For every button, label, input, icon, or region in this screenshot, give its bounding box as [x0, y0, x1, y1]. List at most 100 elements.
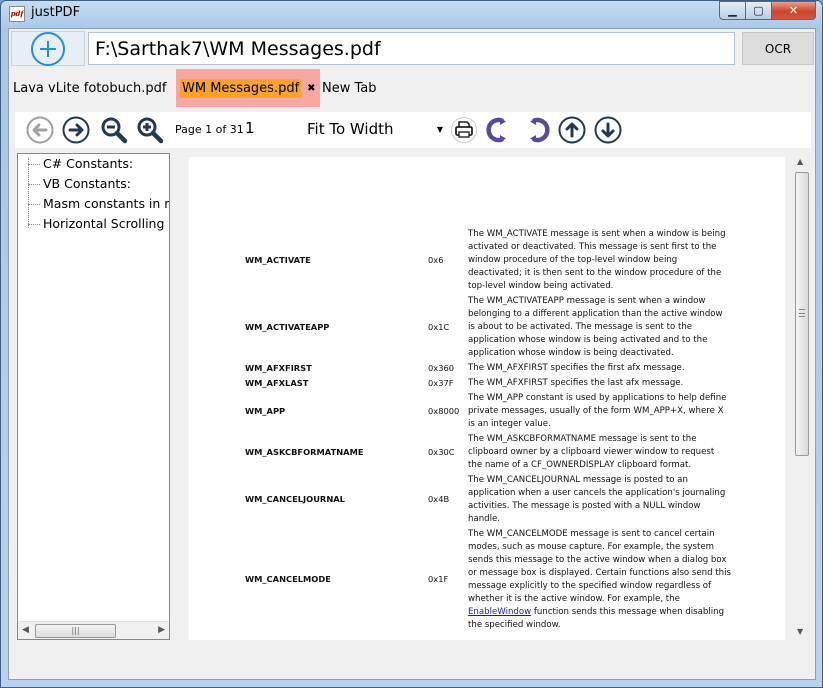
tab-lava-vlite[interactable]: Lava vLite fotobuch.pdf — [9, 69, 170, 107]
rotate-left-button[interactable] — [484, 115, 514, 145]
message-description: The WM_AFXFIRST specifies the last afx m… — [468, 377, 734, 390]
minimize-button[interactable]: ▁ — [719, 1, 746, 20]
tab-strip: Lava vLite fotobuch.pdf WM Messages.pdf … — [9, 69, 815, 107]
scroll-left-icon[interactable]: ◀ — [22, 625, 29, 635]
file-path-input[interactable]: F:\Sarthak7\WM Messages.pdf — [88, 32, 735, 65]
zoom-in-button[interactable] — [135, 115, 165, 145]
message-row: WM_ACTIVATE 0x6 The WM_ACTIVATE message is… — [189, 228, 785, 293]
rotate-right-button[interactable] — [522, 115, 552, 145]
previous-page-button[interactable] — [557, 115, 587, 145]
open-file-button[interactable] — [11, 31, 85, 66]
scroll-up-icon[interactable]: ▲ — [797, 157, 803, 166]
outline-list: C# Constants: VB Constants: Masm constan… — [18, 154, 169, 619]
description-line: sends this message to the active window … — [468, 555, 727, 565]
message-description: The WM_ASKCBFORMATNAME message is sent t… — [468, 433, 734, 472]
forward-button[interactable] — [61, 115, 91, 145]
rotate-left-icon — [486, 117, 506, 143]
page-number-input[interactable]: 1 — [245, 119, 255, 137]
zoom-out-button[interactable] — [99, 115, 129, 145]
description-line: application when a user cancels the appl… — [468, 488, 726, 498]
message-row: WM_CANCELMODE 0x1F The WM_CANCELMODE messa… — [189, 528, 785, 632]
arrow-up-icon — [558, 116, 586, 144]
document-view[interactable]: WM_ACTIVATE 0x6 The WM_ACTIVATE message is… — [175, 153, 815, 640]
tab-new[interactable]: New Tab — [318, 69, 381, 107]
scroll-thumb[interactable]: ||| — [35, 624, 116, 638]
client-area: F:\Sarthak7\WM Messages.pdf OCR Lava vLi… — [8, 28, 816, 680]
description-line: or message box is displayed. Certain fun… — [468, 568, 731, 578]
print-button[interactable] — [449, 115, 479, 145]
description-line: The WM_APP constant is used by applicati… — [468, 393, 727, 403]
description-line: The WM_ACTIVATE message is sent when a w… — [468, 229, 726, 239]
zoom-value: Fit To Width — [307, 120, 394, 138]
arrow-left-icon — [26, 116, 54, 144]
document-vertical-scrollbar[interactable]: ▲ ▼ — [793, 153, 811, 640]
close-button[interactable]: ✕ — [772, 1, 816, 20]
description-line: The WM_AFXFIRST specifies the last afx m… — [468, 378, 684, 388]
message-row: WM_ASKCBFORMATNAME 0x30C The WM_ASKCBFORMA… — [189, 433, 785, 472]
outline-horizontal-scrollbar[interactable]: ◀ ||| ▶ — [18, 621, 169, 639]
message-description: The WM_ACTIVATE message is sent when a w… — [468, 228, 734, 293]
pdf-page: WM_ACTIVATE 0x6 The WM_ACTIVATE message is… — [189, 157, 785, 640]
next-page-button[interactable] — [593, 115, 623, 145]
description-line: top-level window being activated. — [468, 281, 614, 291]
message-row: WM_AFXLAST 0x37F The WM_AFXFIRST specifies… — [189, 377, 785, 390]
message-row: WM_CANCELJOURNAL 0x4B The WM_CANCELJOURNAL… — [189, 474, 785, 526]
outline-tree[interactable]: C# Constants: VB Constants: Masm constan… — [17, 153, 170, 640]
message-name: WM_CANCELJOURNAL — [245, 494, 345, 504]
maximize-button[interactable]: ▢ — [746, 1, 772, 20]
pdf-icon: pdf — [9, 6, 25, 22]
arrow-right-icon — [62, 116, 90, 144]
scroll-right-icon[interactable]: ▶ — [158, 625, 165, 635]
zoom-dropdown[interactable]: Fit To Width ▼ — [303, 118, 443, 140]
outline-item[interactable]: Horizontal Scrolling S — [18, 214, 169, 234]
message-name: WM_ACTIVATEAPP — [245, 322, 330, 332]
description-line: The WM_ASKCBFORMATNAME message is sent t… — [468, 434, 697, 444]
message-value: 0x1F — [428, 574, 449, 584]
title-bar[interactable]: pdf justPDF ▁ ▢ ✕ — [1, 1, 822, 27]
close-icon: ✕ — [788, 4, 799, 17]
ocr-button[interactable]: OCR — [742, 32, 814, 65]
description-text: function sends this message when disabli… — [531, 607, 725, 617]
zoom-in-icon — [137, 117, 164, 144]
tab-close-icon[interactable]: ✖ — [307, 83, 315, 94]
tab-label: WM Messages.pdf — [180, 78, 302, 98]
description-line: window procedure of the top-level window… — [468, 255, 678, 265]
outline-item[interactable]: VB Constants: — [18, 174, 169, 194]
description-line: is about to be activated. The message is… — [468, 322, 693, 332]
description-line: application whose window is being activa… — [468, 335, 708, 345]
back-button[interactable] — [25, 115, 55, 145]
message-name: WM_ACTIVATE — [245, 255, 311, 265]
toolbar: Page 1 of 31 1 Fit To Width ▼ — [15, 112, 811, 148]
message-name: WM_AFXLAST — [245, 378, 309, 388]
outline-item[interactable]: Masm constants in nu — [18, 194, 169, 214]
outline-item[interactable]: C# Constants: — [18, 154, 169, 174]
message-name: WM_APP — [245, 406, 286, 416]
message-value: 0x6 — [428, 255, 444, 265]
description-line: belonging to a different application tha… — [468, 309, 723, 319]
message-value: 0x8000 — [428, 406, 460, 416]
scroll-down-icon[interactable]: ▼ — [797, 627, 803, 636]
zoom-out-icon — [101, 117, 128, 144]
message-value: 0x4B — [428, 494, 450, 504]
message-value: 0x37F — [428, 378, 454, 388]
description-line: The WM_CANCELJOURNAL message is posted t… — [468, 475, 688, 485]
description-line: the specified window. — [468, 620, 561, 630]
dropdown-arrow-icon: ▼ — [436, 125, 443, 134]
arrow-down-icon — [594, 116, 622, 144]
plus-circle-icon — [31, 31, 65, 66]
tab-wm-messages[interactable]: WM Messages.pdf ✖ — [176, 69, 320, 107]
scroll-thumb[interactable] — [795, 172, 809, 456]
message-row: WM_ACTIVATEAPP 0x1C The WM_ACTIVATEAPP mes… — [189, 295, 785, 360]
grip-icon — [799, 309, 805, 317]
printer-icon — [451, 117, 477, 143]
message-description: The WM_APP constant is used by applicati… — [468, 392, 734, 431]
minimize-icon: ▁ — [728, 4, 737, 17]
message-description: The WM_CANCELJOURNAL message is posted t… — [468, 474, 734, 526]
description-line: the name of a CF_OWNERDISPLAY clipboard … — [468, 460, 692, 470]
message-description: The WM_AFXFIRST specifies the first afx … — [468, 362, 734, 375]
message-value: 0x360 — [428, 363, 455, 373]
message-row: WM_AFXFIRST 0x360 The WM_AFXFIRST specifie… — [189, 362, 785, 375]
description-line: is an integer value. — [468, 419, 551, 429]
message-value: 0x30C — [428, 447, 455, 457]
enablewindow-link[interactable]: EnableWindow — [468, 607, 531, 617]
